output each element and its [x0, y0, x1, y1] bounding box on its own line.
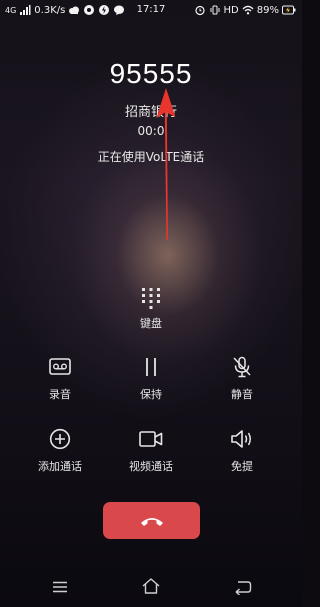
speaker-label: 免提 [231, 460, 253, 473]
cassette-icon [49, 358, 71, 375]
record-button[interactable]: 录音 [20, 356, 100, 402]
record-label: 录音 [49, 388, 71, 401]
mute-label: 静音 [231, 388, 253, 401]
menu-icon[interactable] [52, 579, 68, 595]
hold-label: 保持 [140, 388, 162, 401]
add-call-label: 添加通话 [38, 460, 82, 473]
keypad-icon [142, 288, 160, 309]
video-camera-icon [139, 431, 163, 447]
video-call-label: 视频通话 [129, 460, 173, 473]
red-arrow-annotation [156, 88, 176, 240]
keypad-label: 键盘 [140, 317, 162, 330]
video-call-button[interactable]: 视频通话 [111, 428, 191, 474]
phone-hangup-icon [140, 517, 163, 526]
home-icon[interactable] [141, 577, 161, 595]
add-call-button[interactable]: 添加通话 [20, 428, 100, 474]
pause-icon [146, 358, 156, 376]
mute-button[interactable]: 静音 [202, 356, 282, 402]
keypad-button[interactable] [121, 280, 181, 340]
mic-off-icon [233, 356, 251, 378]
back-icon[interactable] [234, 579, 252, 595]
hold-button[interactable]: 保持 [111, 356, 191, 402]
speaker-button[interactable]: 免提 [202, 428, 282, 474]
plus-circle-icon [49, 428, 71, 450]
navigation-bar [0, 573, 302, 603]
end-call-button[interactable] [103, 502, 200, 539]
speaker-icon [231, 430, 251, 448]
